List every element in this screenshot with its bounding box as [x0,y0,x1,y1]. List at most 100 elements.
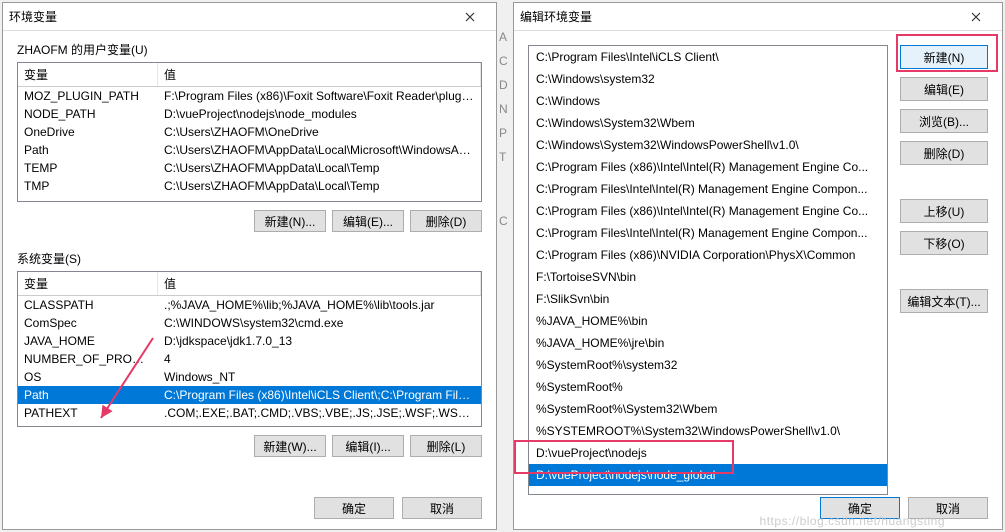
background-text: ACDNPT C [499,30,511,238]
var-name: Path [18,386,158,404]
var-name: TMP [18,177,158,195]
table-row[interactable]: ComSpecC:\WINDOWS\system32\cmd.exe [18,314,481,332]
system-vars-buttons: 新建(W)... 编辑(I)... 删除(L) [17,435,482,457]
new-button[interactable]: 新建(N) [900,45,988,69]
var-value: C:\Program Files (x86)\Intel\iCLS Client… [158,386,481,404]
var-value: C:\WINDOWS\system32\cmd.exe [158,314,481,332]
var-value: C:\Users\ZHAOFM\AppData\Local\Microsoft\… [158,141,481,159]
list-item[interactable]: C:\Program Files\Intel\Intel(R) Manageme… [529,222,887,244]
var-value: C:\Users\ZHAOFM\AppData\Local\Temp [158,177,481,195]
list-item[interactable]: C:\Program Files (x86)\Intel\Intel(R) Ma… [529,156,887,178]
system-delete-button[interactable]: 删除(L) [410,435,482,457]
var-value: Windows_NT [158,368,481,386]
table-row[interactable]: CLASSPATH.;%JAVA_HOME%\lib;%JAVA_HOME%\l… [18,296,481,314]
var-value: 4 [158,350,481,368]
var-name: OneDrive [18,123,158,141]
var-name: NUMBER_OF_PROCESSORS [18,350,158,368]
ok-button[interactable]: 确定 [314,497,394,519]
list-item[interactable]: C:\Windows\system32 [529,68,887,90]
var-value: D:\jdkspace\jdk1.7.0_13 [158,332,481,350]
user-vars-label: ZHAOFM 的用户变量(U) [17,41,482,58]
dialog-footer: 确定 取消 [314,497,482,519]
table-row[interactable]: TEMPC:\Users\ZHAOFM\AppData\Local\Temp [18,159,481,177]
dialog-title: 环境变量 [9,8,450,25]
list-item[interactable]: C:\Program Files (x86)\NVIDIA Corporatio… [529,244,887,266]
list-item[interactable]: C:\Program Files\Intel\iCLS Client\ [529,46,887,68]
table-row[interactable]: JAVA_HOMED:\jdkspace\jdk1.7.0_13 [18,332,481,350]
table-row[interactable]: NODE_PATHD:\vueProject\nodejs\node_modul… [18,105,481,123]
edit-button[interactable]: 编辑(E) [900,77,988,101]
list-item[interactable]: F:\SlikSvn\bin [529,288,887,310]
move-up-button[interactable]: 上移(U) [900,199,988,223]
system-vars-label: 系统变量(S) [17,250,482,267]
table-row[interactable]: MOZ_PLUGIN_PATHF:\Program Files (x86)\Fo… [18,87,481,105]
list-item[interactable]: %SystemRoot%\System32\Wbem [529,398,887,420]
col-value-header: 值 [158,63,481,86]
edit-env-var-dialog: 编辑环境变量 C:\Program Files\Intel\iCLS Clien… [513,2,1003,530]
list-item[interactable]: %JAVA_HOME%\bin [529,310,887,332]
var-name: ComSpec [18,314,158,332]
var-name: TEMP [18,159,158,177]
col-name-header: 变量 [18,272,158,295]
list-item[interactable]: C:\Program Files (x86)\Intel\Intel(R) Ma… [529,200,887,222]
watermark: https://blog.csdn.net/huangsting [760,514,945,528]
list-item[interactable]: C:\Windows [529,90,887,112]
titlebar: 环境变量 [3,3,496,31]
user-edit-button[interactable]: 编辑(E)... [332,210,404,232]
var-value: D:\vueProject\nodejs\node_modules [158,105,481,123]
side-buttons: 新建(N) 编辑(E) 浏览(B)... 删除(D) 上移(U) 下移(O) 编… [900,45,988,313]
col-value-header: 值 [158,272,481,295]
list-item[interactable]: C:\Windows\System32\WindowsPowerShell\v1… [529,134,887,156]
list-item[interactable]: D:\vueProject\nodejs [529,442,887,464]
user-vars-list[interactable]: 变量 值 MOZ_PLUGIN_PATHF:\Program Files (x8… [17,62,482,202]
dialog-title: 编辑环境变量 [520,8,956,25]
table-row[interactable]: PATHEXT.COM;.EXE;.BAT;.CMD;.VBS;.VBE;.JS… [18,404,481,422]
user-delete-button[interactable]: 删除(D) [410,210,482,232]
dialog-body: C:\Program Files\Intel\iCLS Client\C:\Wi… [514,31,1002,529]
browse-button[interactable]: 浏览(B)... [900,109,988,133]
var-value: C:\Users\ZHAOFM\OneDrive [158,123,481,141]
list-header: 变量 值 [18,272,481,296]
list-item[interactable]: %SystemRoot%\system32 [529,354,887,376]
col-name-header: 变量 [18,63,158,86]
system-new-button[interactable]: 新建(W)... [254,435,326,457]
close-icon[interactable] [956,4,996,30]
table-row[interactable]: OSWindows_NT [18,368,481,386]
list-item[interactable]: F:\TortoiseSVN\bin [529,266,887,288]
list-header: 变量 值 [18,63,481,87]
close-icon[interactable] [450,4,490,30]
var-name: OS [18,368,158,386]
var-name: NODE_PATH [18,105,158,123]
env-vars-dialog: 环境变量 ZHAOFM 的用户变量(U) 变量 值 MOZ_PLUGIN_PAT… [2,2,497,530]
system-vars-list[interactable]: 变量 值 CLASSPATH.;%JAVA_HOME%\lib;%JAVA_HO… [17,271,482,427]
var-value: F:\Program Files (x86)\Foxit Software\Fo… [158,87,481,105]
path-list[interactable]: C:\Program Files\Intel\iCLS Client\C:\Wi… [528,45,888,495]
table-row[interactable]: NUMBER_OF_PROCESSORS4 [18,350,481,368]
user-vars-buttons: 新建(N)... 编辑(E)... 删除(D) [17,210,482,232]
list-item[interactable]: %JAVA_HOME%\jre\bin [529,332,887,354]
table-row[interactable]: TMPC:\Users\ZHAOFM\AppData\Local\Temp [18,177,481,195]
var-name: Path [18,141,158,159]
cancel-button[interactable]: 取消 [402,497,482,519]
list-item[interactable]: C:\Windows\System32\Wbem [529,112,887,134]
list-item[interactable]: D:\vueProject\nodejs\node_global [529,464,887,486]
var-value: .;%JAVA_HOME%\lib;%JAVA_HOME%\lib\tools.… [158,296,481,314]
titlebar: 编辑环境变量 [514,3,1002,31]
var-name: JAVA_HOME [18,332,158,350]
var-value: C:\Users\ZHAOFM\AppData\Local\Temp [158,159,481,177]
var-value: .COM;.EXE;.BAT;.CMD;.VBS;.VBE;.JS;.JSE;.… [158,404,481,422]
delete-button[interactable]: 删除(D) [900,141,988,165]
list-item[interactable]: %SYSTEMROOT%\System32\WindowsPowerShell\… [529,420,887,442]
system-edit-button[interactable]: 编辑(I)... [332,435,404,457]
list-item[interactable]: %SystemRoot% [529,376,887,398]
dialog-body: ZHAOFM 的用户变量(U) 变量 值 MOZ_PLUGIN_PATHF:\P… [3,31,496,467]
user-new-button[interactable]: 新建(N)... [254,210,326,232]
table-row[interactable]: PathC:\Users\ZHAOFM\AppData\Local\Micros… [18,141,481,159]
table-row[interactable]: PathC:\Program Files (x86)\Intel\iCLS Cl… [18,386,481,404]
list-item[interactable]: C:\Program Files\Intel\Intel(R) Manageme… [529,178,887,200]
var-name: PATHEXT [18,404,158,422]
move-down-button[interactable]: 下移(O) [900,231,988,255]
edit-text-button[interactable]: 编辑文本(T)... [900,289,988,313]
var-name: CLASSPATH [18,296,158,314]
table-row[interactable]: OneDriveC:\Users\ZHAOFM\OneDrive [18,123,481,141]
